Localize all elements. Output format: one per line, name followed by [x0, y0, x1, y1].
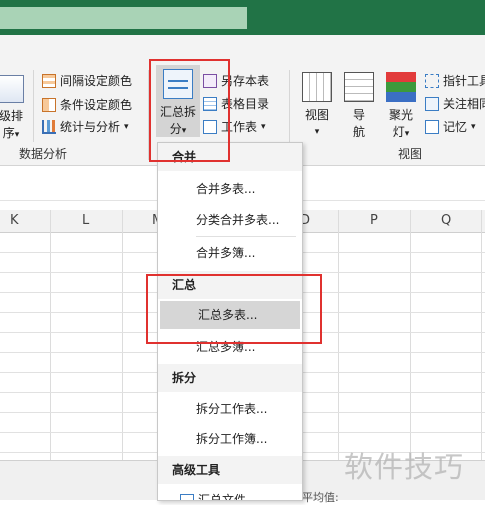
menu-item-merge-sheets[interactable]: 合并多表... — [158, 175, 302, 203]
sort-label-1: 级排 — [0, 109, 23, 123]
chevron-down-icon: ▾ — [261, 121, 266, 132]
file-icon — [180, 493, 194, 500]
condition-color-button[interactable]: 条件设定颜色 — [42, 96, 132, 113]
view-label: 视图 — [304, 108, 329, 122]
chevron-down-icon: ▾ — [14, 130, 20, 140]
sort-icon — [0, 75, 24, 103]
chevron-down-icon: ▾ — [404, 129, 410, 139]
spotlight-label-1: 聚光 — [388, 108, 413, 122]
menu-divider — [196, 236, 296, 237]
stats-analysis-label: 统计与分析 — [60, 120, 121, 134]
sort-button[interactable]: 级排 序▾ — [0, 75, 28, 141]
interval-color-label: 间隔设定颜色 — [60, 74, 133, 88]
pointer-tool-button[interactable]: 指针工具 — [425, 72, 485, 89]
menu-item-split-sheet[interactable]: 拆分工作表... — [158, 395, 302, 423]
group-label-data-analysis: 数据分析 — [19, 147, 68, 161]
column-header-k[interactable]: K — [10, 213, 19, 228]
sort-label-2: 序 — [2, 126, 15, 140]
interval-color-button[interactable]: 间隔设定颜色 — [42, 72, 132, 89]
highlight-box-summary-section — [146, 274, 322, 344]
group-label-view: 视图 — [398, 147, 423, 161]
navigation-label-1: 导 — [352, 108, 365, 122]
pointer-icon — [425, 73, 439, 88]
divider — [33, 70, 34, 142]
view-icon — [302, 72, 332, 102]
focus-same-button[interactable]: 关注相同 — [425, 95, 485, 112]
menu-item-summary-files-label: 汇总文件... — [198, 493, 258, 501]
section-header-advanced: 高级工具 — [158, 456, 302, 484]
navigation-icon — [344, 72, 374, 102]
column-header-p[interactable]: P — [370, 213, 378, 228]
chart-icon — [42, 119, 56, 134]
menu-item-split-workbook[interactable]: 拆分工作簿... — [158, 425, 302, 453]
focus-same-label: 关注相同 — [443, 97, 485, 111]
focus-icon — [425, 96, 439, 111]
grid-color-icon — [42, 73, 56, 88]
chevron-down-icon: ▾ — [124, 121, 129, 132]
memory-icon — [425, 119, 439, 134]
navigation-label-2: 航 — [352, 125, 365, 139]
title-bar — [0, 0, 485, 35]
column-header-l[interactable]: L — [82, 213, 89, 228]
condition-grid-icon — [42, 97, 56, 112]
spotlight-icon — [386, 72, 416, 102]
watermark: 软件技巧 — [344, 450, 465, 484]
menu-item-merge-workbooks[interactable]: 合并多簿... — [158, 239, 302, 267]
spotlight-button[interactable]: 聚光 灯▾ — [382, 72, 420, 140]
view-button[interactable]: 视图 ▾ — [298, 72, 336, 137]
highlight-box-merge-button — [149, 59, 230, 162]
average-readout: 平均值: — [302, 491, 339, 504]
memory-button[interactable]: 记忆 ▾ — [425, 118, 476, 135]
memory-label: 记忆 — [443, 120, 468, 134]
section-header-split: 拆分 — [158, 364, 302, 392]
column-header-q[interactable]: Q — [441, 213, 451, 228]
stats-analysis-button[interactable]: 统计与分析 ▾ — [42, 118, 129, 135]
navigation-button[interactable]: 导 航 — [342, 72, 376, 140]
menu-item-category-merge[interactable]: 分类合并多表... — [158, 206, 302, 234]
search-box[interactable] — [0, 7, 247, 29]
condition-color-label: 条件设定颜色 — [60, 98, 133, 112]
chevron-down-icon: ▾ — [471, 121, 476, 132]
pointer-tool-label: 指针工具 — [443, 74, 485, 88]
spotlight-label-2: 灯 — [392, 125, 405, 139]
chevron-down-icon: ▾ — [314, 127, 320, 137]
